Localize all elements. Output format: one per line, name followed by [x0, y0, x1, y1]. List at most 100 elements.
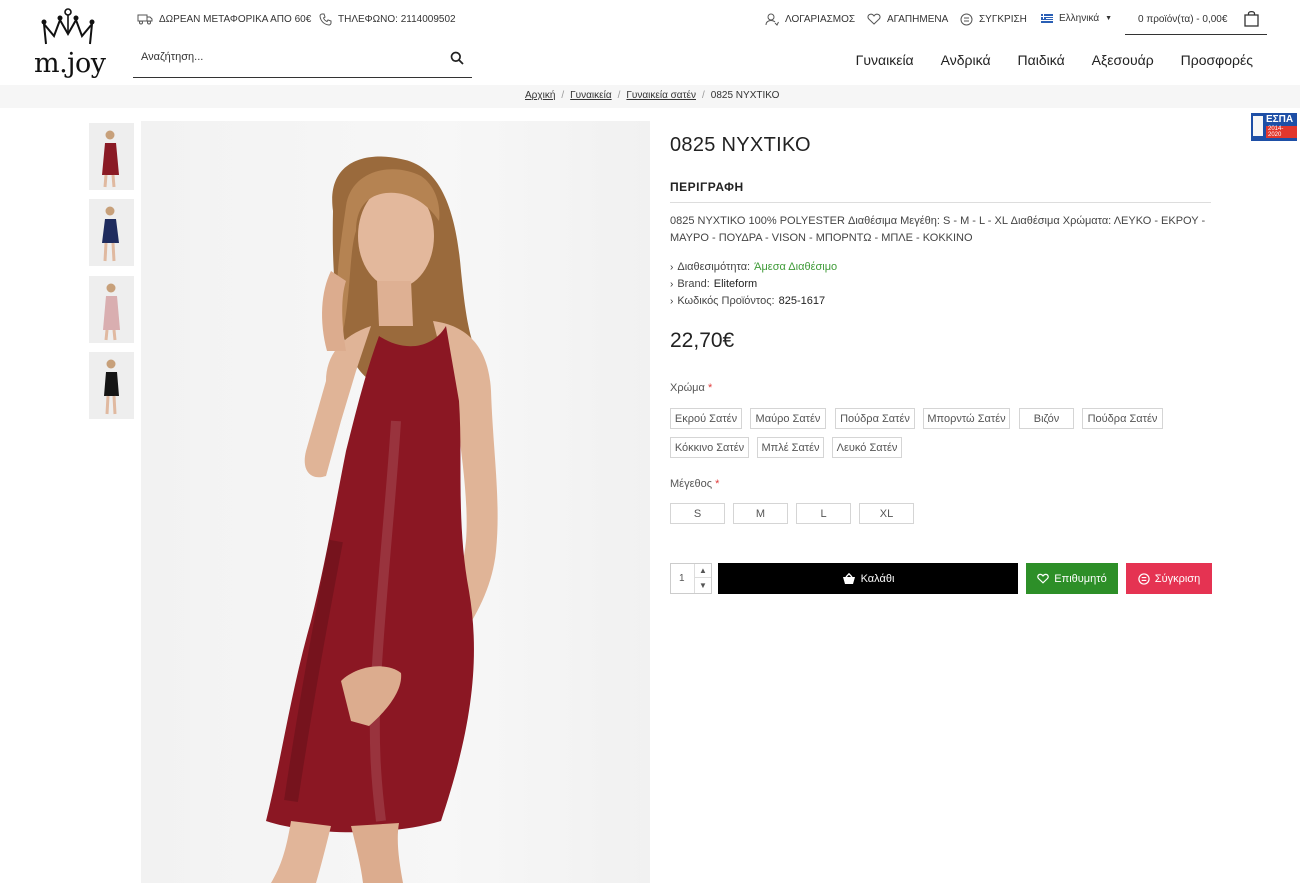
wishlist-text: ΑΓΑΠΗΜΕΝΑ [887, 13, 949, 25]
chevron-right-icon: › [670, 296, 674, 307]
add-to-cart-label: Καλάθι [860, 572, 895, 585]
breadcrumb-women[interactable]: Γυναικεία [570, 90, 611, 101]
product-code-label: Κωδικός Προϊόντος: [677, 295, 775, 307]
breadcrumb-bar: Αρχική / Γυναικεία / Γυναικεία σατέν / 0… [0, 85, 1300, 108]
caret-down-icon: ▼ [1105, 15, 1113, 22]
greek-flag-icon [1041, 14, 1053, 23]
required-marker: * [707, 382, 713, 394]
product-title: 0825 ΝΥΧΤΙΚΟ [670, 134, 811, 156]
nav-item-kids[interactable]: Παιδικά [1018, 52, 1065, 68]
main-navigation: Γυναικεία Ανδρικά Παιδικά Αξεσουάρ Προσφ… [856, 52, 1253, 68]
phone-icon [319, 13, 332, 26]
free-shipping-text: ΔΩΡΕΑΝ ΜΕΤΑΦΟΡΙΚΑ ΑΠΟ 60€ [159, 13, 312, 25]
color-option-white[interactable]: Λευκό Σατέν [832, 437, 902, 458]
color-option-vison[interactable]: Βιζόν [1019, 408, 1074, 429]
product-main-image[interactable] [141, 121, 650, 883]
logo-text: m.joy [34, 48, 106, 79]
required-marker: * [715, 478, 720, 490]
color-option-red[interactable]: Κόκκινο Σατέν [670, 437, 749, 458]
add-to-wishlist-button[interactable]: Επιθυμητό [1026, 563, 1118, 594]
compare-button-label: Σύγκριση [1154, 572, 1201, 585]
quantity-stepper: 1 ▲ ▼ [670, 563, 712, 594]
breadcrumb-separator: / [617, 90, 621, 101]
product-code-row: › Κωδικός Προϊόντος: 825-1617 [670, 293, 837, 310]
wishlist-link[interactable]: ΑΓΑΠΗΜΕΝΑ [867, 13, 948, 25]
color-option-powder-2[interactable]: Πούδρα Σατέν [1082, 408, 1163, 429]
breadcrumb-women-satin[interactable]: Γυναικεία σατέν [626, 90, 696, 101]
search-box [133, 42, 472, 78]
quantity-arrows: ▲ ▼ [694, 564, 711, 593]
divider [670, 202, 1211, 203]
size-option-m[interactable]: M [733, 503, 788, 524]
espa-title: ΕΣΠΑ [1266, 114, 1294, 125]
model-illustration [266, 156, 498, 883]
phone-text: ΤΗΛΕΦΩΝΟ: 2114009502 [338, 14, 456, 25]
crown-icon [41, 8, 95, 45]
thumbnail-image [103, 283, 120, 341]
thumbnail-image [104, 359, 119, 415]
nav-item-offers[interactable]: Προσφορές [1181, 52, 1253, 68]
truck-icon [137, 14, 153, 25]
account-text: ΛΟΓΑΡΙΑΣΜΟΣ [785, 14, 856, 25]
brand-label: Brand: [677, 278, 710, 290]
nav-item-men[interactable]: Ανδρικά [941, 52, 991, 68]
add-to-cart-button[interactable]: Καλάθι [718, 563, 1018, 594]
color-option-label: Χρώμα * [670, 382, 712, 394]
description-heading: ΠΕΡΙΓΡΑΦΗ [670, 180, 744, 194]
product-thumbnail[interactable] [89, 199, 134, 266]
espa-badge[interactable]: ΕΣΠΑ 2014-2020 [1251, 113, 1297, 141]
breadcrumb-separator: / [702, 90, 705, 101]
product-description: 0825 ΝΥΧΤΙΚΟ 100% POLYESTER Διαθέσιμα Με… [670, 215, 1206, 244]
quantity-input[interactable]: 1 [679, 573, 685, 584]
search-icon[interactable] [450, 51, 464, 65]
free-shipping-info: ΔΩΡΕΑΝ ΜΕΤΑΦΟΡΙΚΑ ΑΠΟ 60€ [137, 13, 311, 25]
cart-summary[interactable]: 0 προϊόν(τα) - 0,00€ [1125, 7, 1267, 35]
size-option-s[interactable]: S [670, 503, 725, 524]
heart-icon [1037, 573, 1050, 584]
thumbnail-image [102, 130, 119, 188]
espa-years: 2014-2020 [1266, 126, 1297, 138]
chevron-right-icon: › [670, 262, 674, 273]
product-thumbnail[interactable] [89, 276, 134, 343]
language-text: Ελληνικά [1059, 13, 1100, 24]
user-icon [765, 13, 779, 26]
brand-value: Eliteform [713, 278, 758, 290]
eu-flag-icon [1253, 116, 1263, 136]
breadcrumb: Αρχική / Γυναικεία / Γυναικεία σατέν / 0… [525, 90, 779, 101]
product-thumbnail[interactable] [89, 123, 134, 190]
compare-button[interactable]: Σύγκριση [1126, 563, 1212, 594]
breadcrumb-separator: / [561, 90, 565, 101]
brand-row: › Brand: Eliteform [670, 276, 837, 293]
product-thumbnail[interactable] [89, 352, 134, 419]
nav-item-women[interactable]: Γυναικεία [856, 52, 914, 68]
basket-icon [842, 572, 855, 584]
size-option-xl[interactable]: XL [859, 503, 914, 524]
size-option-l[interactable]: L [796, 503, 851, 524]
color-option-bordeaux[interactable]: Μπορντώ Σατέν [923, 408, 1010, 429]
language-selector[interactable]: Ελληνικά ▼ [1041, 13, 1112, 24]
cart-text: 0 προϊόν(τα) - 0,00€ [1138, 14, 1228, 25]
color-option-ecru[interactable]: Εκρού Σατέν [670, 408, 742, 429]
account-link[interactable]: ΛΟΓΑΡΙΑΣΜΟΣ [765, 13, 855, 26]
compare-link[interactable]: ΣΥΓΚΡΙΣΗ [960, 13, 1027, 26]
shopping-bag-icon [1244, 10, 1259, 27]
color-option-blue[interactable]: Μπλέ Σατέν [757, 437, 824, 458]
color-option-black[interactable]: Μαύρο Σατέν [750, 408, 826, 429]
availability-label: Διαθεσιμότητα: [677, 261, 751, 273]
size-option-label: Μέγεθος * [670, 478, 719, 490]
availability-row: › Διαθεσιμότητα: Άμεσα Διαθέσιμο [670, 259, 837, 276]
product-price: 22,70€ [670, 329, 735, 352]
color-option-powder[interactable]: Πούδρα Σατέν [835, 408, 915, 429]
color-label-text: Χρώμα [670, 382, 705, 394]
availability-value: Άμεσα Διαθέσιμο [754, 261, 838, 273]
breadcrumb-current: 0825 ΝΥΧΤΙΚΟ [710, 90, 780, 101]
breadcrumb-home[interactable]: Αρχική [525, 90, 555, 101]
quantity-increase-icon[interactable]: ▲ [695, 564, 711, 578]
wishlist-button-label: Επιθυμητό [1054, 572, 1107, 585]
phone-info: ΤΗΛΕΦΩΝΟ: 2114009502 [319, 13, 456, 26]
nav-item-accessories[interactable]: Αξεσουάρ [1092, 52, 1154, 68]
search-input[interactable] [141, 51, 431, 63]
quantity-decrease-icon[interactable]: ▼ [695, 578, 711, 592]
product-code-value: 825-1617 [778, 295, 826, 307]
site-logo[interactable]: m.joy [30, 8, 106, 80]
